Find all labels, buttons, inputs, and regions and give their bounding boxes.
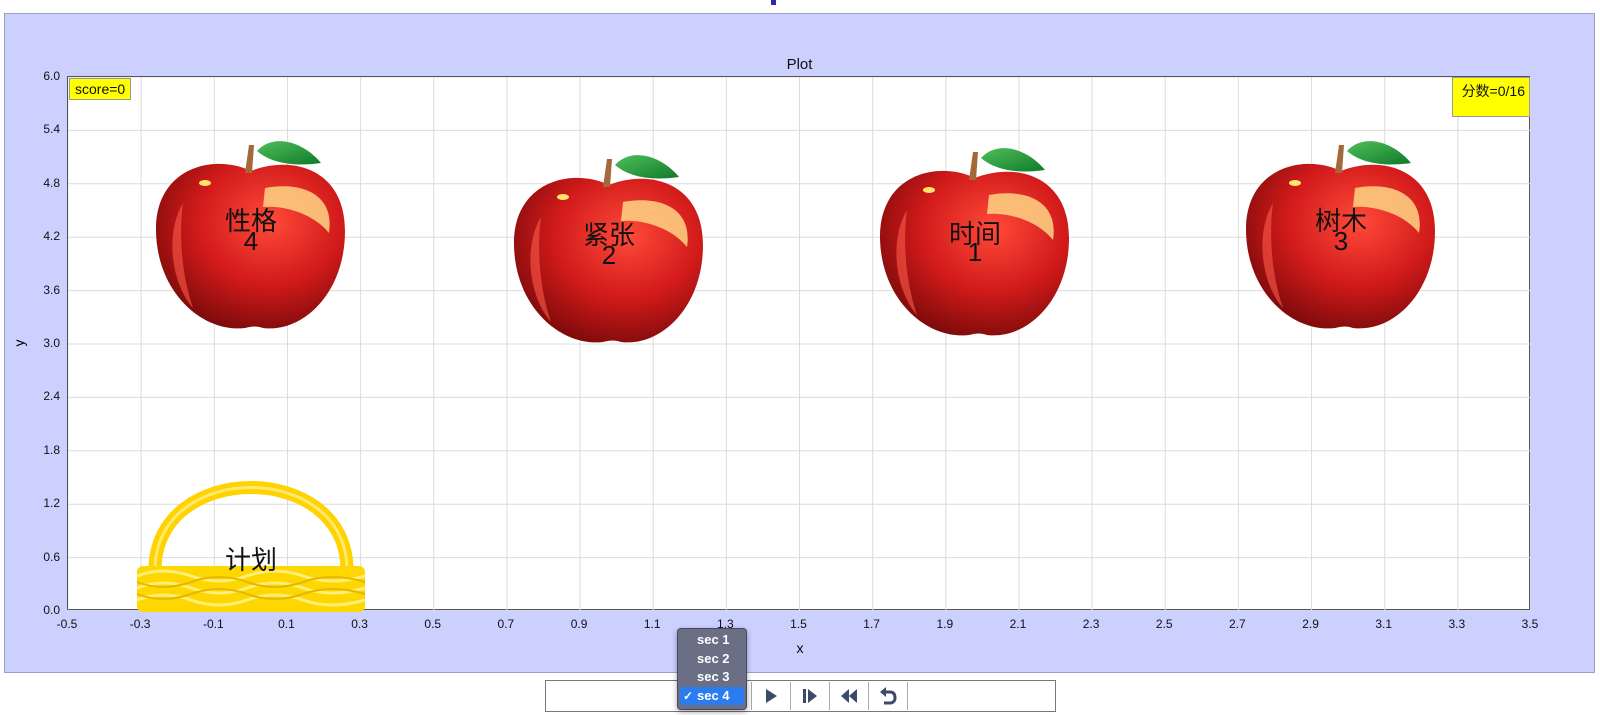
score-badge: score=0 xyxy=(69,78,132,100)
x-tick-label: 0.3 xyxy=(351,617,368,631)
x-tick-label: 1.5 xyxy=(790,617,807,631)
x-axis-label: x xyxy=(796,640,804,656)
y-axis-label: y xyxy=(11,339,27,347)
menu-item-sec-3[interactable]: sec 3 xyxy=(680,668,744,687)
basket[interactable]: 计划 xyxy=(133,450,369,612)
y-tick-label: 0.0 xyxy=(43,603,60,617)
reset-button[interactable] xyxy=(868,682,908,710)
apple-number: 1 xyxy=(967,237,983,267)
checkmark-icon: ✓ xyxy=(683,688,694,703)
x-tick-label: 0.9 xyxy=(570,617,588,631)
menu-item-label: sec 3 xyxy=(697,669,730,684)
menu-item-label: sec 2 xyxy=(697,650,730,666)
x-tick-label: 3.5 xyxy=(1521,617,1539,631)
step-forward-icon xyxy=(803,689,817,703)
y-tick-label: 1.8 xyxy=(43,442,60,457)
reset-icon xyxy=(880,687,897,705)
play-button[interactable] xyxy=(751,682,790,710)
step-forward-button[interactable] xyxy=(790,682,829,710)
menu-item-sec-1[interactable]: sec 1 xyxy=(680,631,744,650)
x-tick-label: 0.5 xyxy=(424,617,442,631)
y-tick-label: 3.0 xyxy=(43,336,60,350)
y-tick-label: 6.0 xyxy=(43,69,60,83)
section-menu: sec 1 sec 2 sec 3 ✓ sec 4 xyxy=(677,628,747,710)
x-tick-label: 3.1 xyxy=(1375,617,1393,631)
x-tick-label: 3.3 xyxy=(1448,617,1466,631)
x-tick-label: 0.7 xyxy=(497,617,515,631)
basket-label: 计划 xyxy=(224,545,277,575)
x-tick-label: 2.9 xyxy=(1302,617,1319,631)
x-tick-label: 2.1 xyxy=(1009,617,1027,631)
playback-controls xyxy=(545,680,1056,712)
score-fraction-badge: 分数=0/16 xyxy=(1452,77,1530,117)
apple-item[interactable]: 时间 1 xyxy=(877,140,1073,350)
apple-number: 2 xyxy=(601,240,617,270)
x-tick-label: 0.1 xyxy=(278,617,295,631)
menu-item-label: sec 4 xyxy=(697,687,730,703)
x-tick-label: 2.3 xyxy=(1082,617,1100,631)
x-tick-label: -0.1 xyxy=(202,617,224,631)
apple-item[interactable]: 树木 3 xyxy=(1243,133,1439,343)
rewind-button[interactable] xyxy=(829,682,868,710)
menu-item-sec-4[interactable]: ✓ sec 4 xyxy=(680,686,744,705)
apple-item[interactable]: 紧张 2 xyxy=(511,147,707,357)
apple-number: 4 xyxy=(243,226,259,256)
y-tick-label: 5.4 xyxy=(43,122,60,137)
menu-item-sec-2[interactable]: sec 2 xyxy=(680,650,744,669)
y-tick-label: 4.2 xyxy=(43,229,60,244)
y-tick-label: 1.2 xyxy=(43,496,60,511)
top-edge-mark xyxy=(771,0,776,5)
x-tick-label: 1.9 xyxy=(936,617,954,631)
x-tick-label: -0.5 xyxy=(56,617,78,631)
x-tick-label: 1.7 xyxy=(863,617,880,631)
x-tick-label: 1.1 xyxy=(643,617,661,631)
apple-number: 3 xyxy=(1333,226,1349,256)
y-tick-label: 0.6 xyxy=(43,549,60,564)
apple-item[interactable]: 性格 4 xyxy=(153,133,349,343)
rewind-icon xyxy=(841,689,857,703)
menu-item-label: sec 1 xyxy=(697,632,730,647)
y-tick-label: 4.8 xyxy=(43,175,60,190)
x-tick-label: 2.7 xyxy=(1229,617,1246,631)
plot-title: Plot xyxy=(786,56,813,73)
y-tick-label: 2.4 xyxy=(43,389,60,404)
basket-icon xyxy=(136,481,366,612)
x-tick-label: 2.5 xyxy=(1155,617,1173,631)
y-tick-label: 3.6 xyxy=(43,282,60,297)
x-tick-label: -0.3 xyxy=(129,617,151,631)
play-icon xyxy=(766,689,777,703)
